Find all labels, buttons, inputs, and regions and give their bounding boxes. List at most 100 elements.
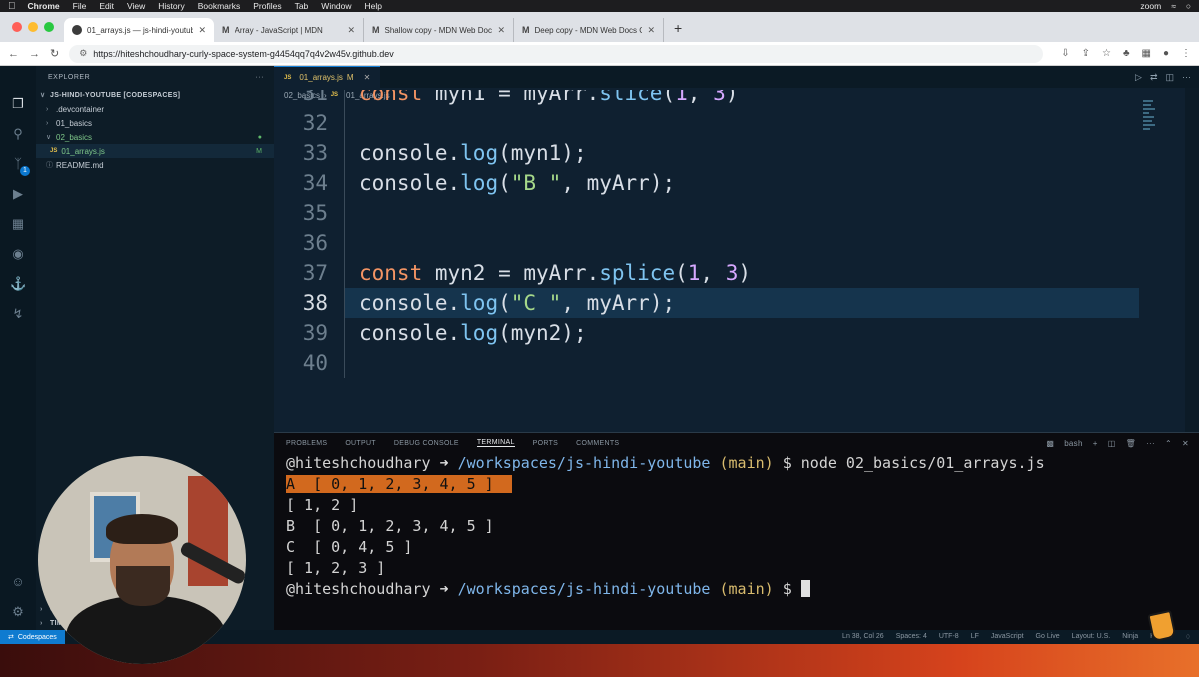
split-terminal-icon[interactable]: ◫ [1108, 439, 1116, 448]
status-language[interactable]: JavaScript [991, 633, 1024, 641]
code-line[interactable]: 32 [274, 108, 1199, 138]
extensions-icon[interactable]: ▦ [10, 216, 26, 232]
code-line[interactable]: 34 console.log("B ", myArr); [274, 168, 1199, 198]
browser-tab-mdn-deep[interactable]: M Deep copy - MDN Web Docs G ✕ [514, 18, 664, 42]
close-tab-icon[interactable]: ✕ [647, 25, 655, 36]
tree-item-02-basics[interactable]: ∨ 02_basics ● [36, 130, 274, 144]
url-text[interactable]: https://hiteshchoudhary-curly-space-syst… [93, 49, 394, 59]
status-eol[interactable]: LF [971, 633, 979, 641]
status-layout[interactable]: Layout: U.S. [1072, 633, 1111, 641]
tree-item-01-basics[interactable]: › 01_basics [36, 116, 274, 130]
run-debug-icon[interactable]: ▶ [10, 186, 26, 202]
profile-avatar[interactable]: ● [1163, 48, 1169, 59]
docker-icon[interactable]: ⚓ [10, 276, 26, 292]
more-actions-icon[interactable]: ··· [1146, 439, 1155, 448]
apple-icon[interactable]:  [8, 1, 16, 12]
more-actions-icon[interactable]: ··· [1182, 72, 1191, 83]
account-icon[interactable]: ☺ [10, 574, 26, 590]
tree-item-01-arrays[interactable]: JS 01_arrays.js M [36, 144, 274, 158]
editor-scrollbar[interactable] [1185, 88, 1199, 432]
code-line[interactable]: 35 [274, 198, 1199, 228]
chrome-menu-icon[interactable]: ⋮ [1181, 48, 1191, 59]
codespaces-button[interactable]: ⇄ Codespaces [0, 630, 65, 644]
address-bar[interactable]: ⚙ https://hiteshchoudhary-curly-space-sy… [69, 44, 1044, 63]
editor-tab-status: M [346, 73, 354, 82]
bookmark-star-icon[interactable]: ☆ [1102, 48, 1111, 59]
github-icon[interactable]: ◉ [10, 246, 26, 262]
code-line[interactable]: 31 const myn1 = myArr.slice(1, 3) [274, 90, 1199, 108]
browser-tab-mdn-shallow[interactable]: M Shallow copy - MDN Web Docs ✕ [364, 18, 514, 42]
back-icon[interactable]: ← [8, 48, 19, 60]
menu-bookmarks[interactable]: Bookmarks [198, 1, 241, 11]
close-tab-icon[interactable]: ✕ [198, 25, 206, 36]
browser-tab-vscode[interactable]: 01_arrays.js — js-hindi-youtube ✕ [64, 18, 214, 42]
sidepanel-icon[interactable]: ▦ [1142, 48, 1151, 59]
settings-gear-icon[interactable]: ⚙ [10, 604, 26, 620]
modified-status: M [256, 147, 262, 155]
notifications-bell-icon[interactable]: ♢ [1185, 633, 1191, 641]
workspace-root[interactable]: ∨ JS-HINDI-YOUTUBE [CODESPACES] [36, 88, 274, 102]
search-icon[interactable]: ⚲ [10, 126, 26, 142]
browser-tab-mdn-array[interactable]: M Array - JavaScript | MDN ✕ [214, 18, 364, 42]
tree-item-devcontainer[interactable]: › .devcontainer [36, 102, 274, 116]
tab-ports[interactable]: PORTS [533, 440, 559, 447]
new-terminal-icon[interactable]: + [1093, 439, 1098, 448]
status-ninja[interactable]: Ninja [1122, 633, 1138, 641]
menu-history[interactable]: History [158, 1, 184, 11]
new-tab-button[interactable]: + [664, 20, 682, 42]
status-go-live[interactable]: Go Live [1036, 633, 1060, 641]
run-icon[interactable]: ▷ [1135, 72, 1142, 83]
close-window-icon[interactable] [12, 22, 22, 32]
tab-debug-console[interactable]: DEBUG CONSOLE [394, 440, 459, 447]
split-editor-icon[interactable]: ◫ [1165, 72, 1174, 83]
editor-tab-01-arrays[interactable]: JS 01_arrays.js M ✕ [274, 66, 381, 88]
tab-output[interactable]: OUTPUT [345, 440, 376, 447]
close-tab-icon[interactable]: ✕ [347, 25, 355, 36]
extensions-icon[interactable]: ♣ [1123, 48, 1130, 59]
status-indentation[interactable]: Spaces: 4 [896, 633, 927, 641]
minimap[interactable] [1143, 100, 1157, 140]
menu-tab[interactable]: Tab [295, 1, 309, 11]
code-line[interactable]: 39 console.log(myn2); [274, 318, 1199, 348]
close-tab-icon[interactable]: ✕ [364, 73, 371, 82]
tab-terminal[interactable]: TERMINAL [476, 439, 515, 447]
explorer-icon[interactable]: ❐ [10, 96, 26, 112]
code-editor[interactable]: 31 const myn1 = myArr.slice(1, 3) 32 33 cons… [274, 90, 1199, 432]
trash-icon[interactable]: 🗑 [1126, 439, 1136, 448]
tree-item-readme[interactable]: ⓘ README.md [36, 158, 274, 172]
menu-profiles[interactable]: Profiles [253, 1, 281, 11]
status-cursor-position[interactable]: Ln 38, Col 26 [842, 633, 884, 641]
wifi-icon[interactable]: ≈ [1171, 1, 1176, 11]
code-line[interactable]: 37 const myn2 = myArr.splice(1, 3) [274, 258, 1199, 288]
more-actions-icon[interactable]: ··· [256, 74, 265, 81]
code-line[interactable]: 38 console.log("C ", myArr); [274, 288, 1199, 318]
site-info-icon[interactable]: ⚙ [79, 48, 87, 59]
control-center-icon[interactable]: ○ [1186, 1, 1191, 11]
menu-window[interactable]: Window [321, 1, 351, 11]
close-tab-icon[interactable]: ✕ [497, 25, 505, 36]
code-line[interactable]: 40 [274, 348, 1199, 378]
menu-app-chrome[interactable]: Chrome [28, 1, 60, 11]
maximize-window-icon[interactable] [44, 22, 54, 32]
tab-comments[interactable]: COMMENTS [576, 440, 619, 447]
zoom-status[interactable]: zoom [1140, 1, 1161, 11]
menu-edit[interactable]: Edit [99, 1, 114, 11]
tab-problems[interactable]: PROBLEMS [286, 440, 327, 447]
menu-help[interactable]: Help [365, 1, 382, 11]
share-icon[interactable]: ⇪ [1082, 48, 1090, 59]
install-app-icon[interactable]: ⇩ [1061, 48, 1069, 59]
live-share-icon[interactable]: ↯ [10, 306, 26, 322]
close-panel-icon[interactable]: ✕ [1182, 439, 1189, 448]
code-line[interactable]: 36 [274, 228, 1199, 258]
status-encoding[interactable]: UTF-8 [939, 633, 959, 641]
terminal-shell-label[interactable]: bash [1064, 439, 1083, 448]
terminal-output[interactable]: @hiteshchoudhary ➜ /workspaces/js-hindi-… [274, 453, 1199, 600]
menu-file[interactable]: File [73, 1, 87, 11]
maximize-panel-icon[interactable]: ⌃ [1165, 439, 1172, 448]
reload-icon[interactable]: ↻ [50, 47, 59, 60]
compare-icon[interactable]: ⇄ [1150, 72, 1158, 83]
forward-icon[interactable]: → [29, 48, 40, 60]
menu-view[interactable]: View [127, 1, 145, 11]
code-line[interactable]: 33 console.log(myn1); [274, 138, 1199, 168]
minimize-window-icon[interactable] [28, 22, 38, 32]
